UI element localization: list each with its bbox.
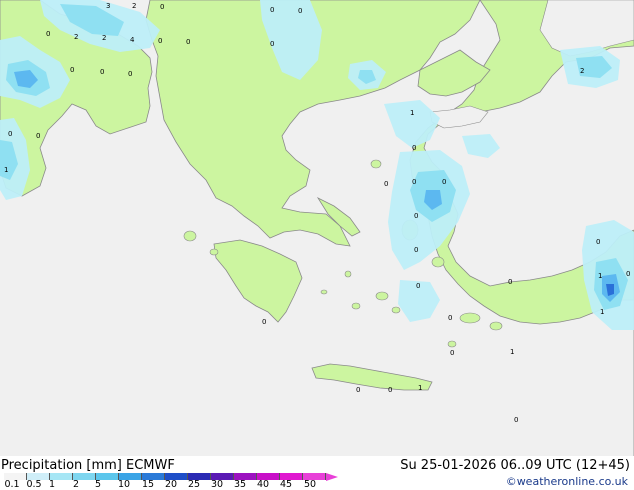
legend-ticks: 0.1 0.5 1 2 5 10 15 20 25 30 35 40 45 50 (0, 479, 340, 490)
legend-tick-label: 1 (48, 479, 56, 490)
point-label: 3 (106, 2, 110, 10)
point-label: 0 (356, 386, 360, 394)
point-label: 0 (442, 178, 446, 186)
point-label: 0 (46, 30, 50, 38)
legend-tick-label: 50 (303, 479, 317, 490)
point-label: 2 (102, 34, 106, 42)
precipitation-map: 3 2 0 2 2 4 0 0 0 0 0 0 0 0 0 2 1 0 0 1 … (0, 0, 634, 456)
point-label: 0 (448, 314, 452, 322)
credit-link[interactable]: ©weatheronline.co.uk (506, 475, 628, 488)
point-label: 1 (4, 166, 8, 174)
legend-tick-label: 2 (72, 479, 80, 490)
point-label: 1 (410, 109, 414, 117)
legend-tick-label: 15 (141, 479, 155, 490)
point-label: 0 (100, 68, 104, 76)
point-label: 0 (450, 349, 454, 357)
point-label: 0 (412, 144, 416, 152)
legend-tick-label: 40 (256, 479, 270, 490)
point-label: 0 (596, 238, 600, 246)
point-label: 0 (70, 66, 74, 74)
valid-time: Su 25-01-2026 06..09 UTC (12+45) (400, 458, 630, 473)
legend-tick-label: 10 (117, 479, 131, 490)
point-label: 0 (186, 38, 190, 46)
point-label: 0 (270, 6, 274, 14)
point-label: 4 (130, 36, 135, 44)
point-label: 2 (74, 33, 78, 41)
legend-tick-label: 0.1 (4, 479, 20, 490)
map-canvas: 3 2 0 2 2 4 0 0 0 0 0 0 0 0 0 2 1 0 0 1 … (0, 0, 634, 456)
point-label: 0 (626, 270, 630, 278)
point-label: 1 (600, 308, 604, 316)
legend-tick-label: 30 (210, 479, 224, 490)
point-label: 0 (158, 37, 162, 45)
legend-tick-label: 20 (164, 479, 178, 490)
point-label: 0 (270, 40, 274, 48)
legend-tick-label: 45 (279, 479, 293, 490)
point-label: 0 (128, 70, 132, 78)
point-label: 0 (298, 7, 302, 15)
point-label: 2 (580, 67, 584, 75)
point-label: 1 (598, 272, 602, 280)
legend-tick-label: 35 (233, 479, 247, 490)
legend-tick-label: 0.5 (26, 479, 42, 490)
point-label: 0 (508, 278, 512, 286)
map-title: Precipitation [mm] ECMWF (1, 458, 175, 473)
point-label: 1 (510, 348, 514, 356)
point-label: 2 (132, 2, 136, 10)
point-label: 0 (262, 318, 266, 326)
point-label: 0 (384, 180, 388, 188)
point-label: 0 (416, 282, 420, 290)
point-label: 0 (160, 3, 164, 11)
point-label: 1 (418, 384, 422, 392)
point-label: 0 (414, 246, 418, 254)
point-label: 0 (412, 178, 416, 186)
legend-tick-label: 5 (94, 479, 102, 490)
point-label: 0 (388, 386, 392, 394)
point-label: 0 (514, 416, 518, 424)
point-label: 0 (8, 130, 12, 138)
point-label: 0 (414, 212, 418, 220)
point-label: 0 (36, 132, 40, 140)
legend-tick-label: 25 (187, 479, 201, 490)
map-footer: Precipitation [mm] ECMWF Su 25-01-2026 0… (0, 456, 634, 490)
